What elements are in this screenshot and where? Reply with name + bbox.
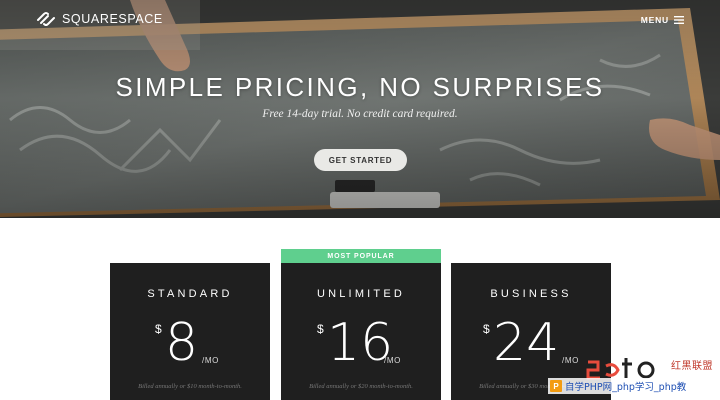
price-period: /MO: [384, 356, 401, 365]
brand-logo[interactable]: SQUARESPACE: [36, 10, 163, 28]
watermark-mark: P: [550, 380, 562, 392]
plan-name: STANDARD: [147, 288, 233, 300]
price-period: /MO: [202, 356, 219, 365]
top-navigation: SQUARESPACE MENU: [0, 0, 720, 40]
most-popular-badge: MOST POPULAR: [281, 249, 441, 263]
watermark-bar: P 自学PHP网_php学习_php教: [548, 378, 720, 394]
price-amount: 24: [493, 313, 560, 373]
plan-name: BUSINESS: [490, 288, 572, 300]
plan-price: $ 8 /MO: [110, 313, 270, 373]
squarespace-logo-icon: [37, 12, 55, 26]
hero-title: SIMPLE PRICING, NO SURPRISES: [115, 72, 605, 102]
price-period: /MO: [562, 356, 579, 365]
hero-section: SQUARESPACE MENU SIMPLE PRICING, NO SURP…: [0, 0, 720, 218]
plan-name: UNLIMITED: [316, 288, 406, 300]
plan-card-standard[interactable]: STANDARD $ 8 /MO Billed annually or $10 …: [110, 263, 270, 400]
price-currency: $: [155, 322, 162, 336]
hero-subtitle: Free 14-day trial. No credit card requir…: [262, 108, 458, 120]
brand-name: SQUARESPACE: [62, 12, 163, 26]
plan-card-unlimited[interactable]: UNLIMITED $ 16 /MO Billed annually or $2…: [281, 263, 441, 400]
watermark-brand: 红黑联盟: [671, 361, 713, 372]
billing-note: Billed annually or $20 month-to-month.: [309, 383, 413, 390]
watermark-text: 自学PHP网_php学习_php教: [565, 382, 687, 393]
menu-button[interactable]: MENU: [641, 12, 684, 28]
hamburger-menu-icon: [674, 16, 684, 24]
plan-price: $ 16 /MO: [281, 313, 441, 373]
billing-note: Billed annually or $10 month-to-month.: [138, 383, 242, 390]
get-started-button[interactable]: GET STARTED: [314, 149, 407, 171]
price-currency: $: [483, 322, 490, 336]
menu-label: MENU: [640, 15, 669, 25]
price-amount: 8: [165, 313, 199, 373]
price-currency: $: [317, 322, 324, 336]
